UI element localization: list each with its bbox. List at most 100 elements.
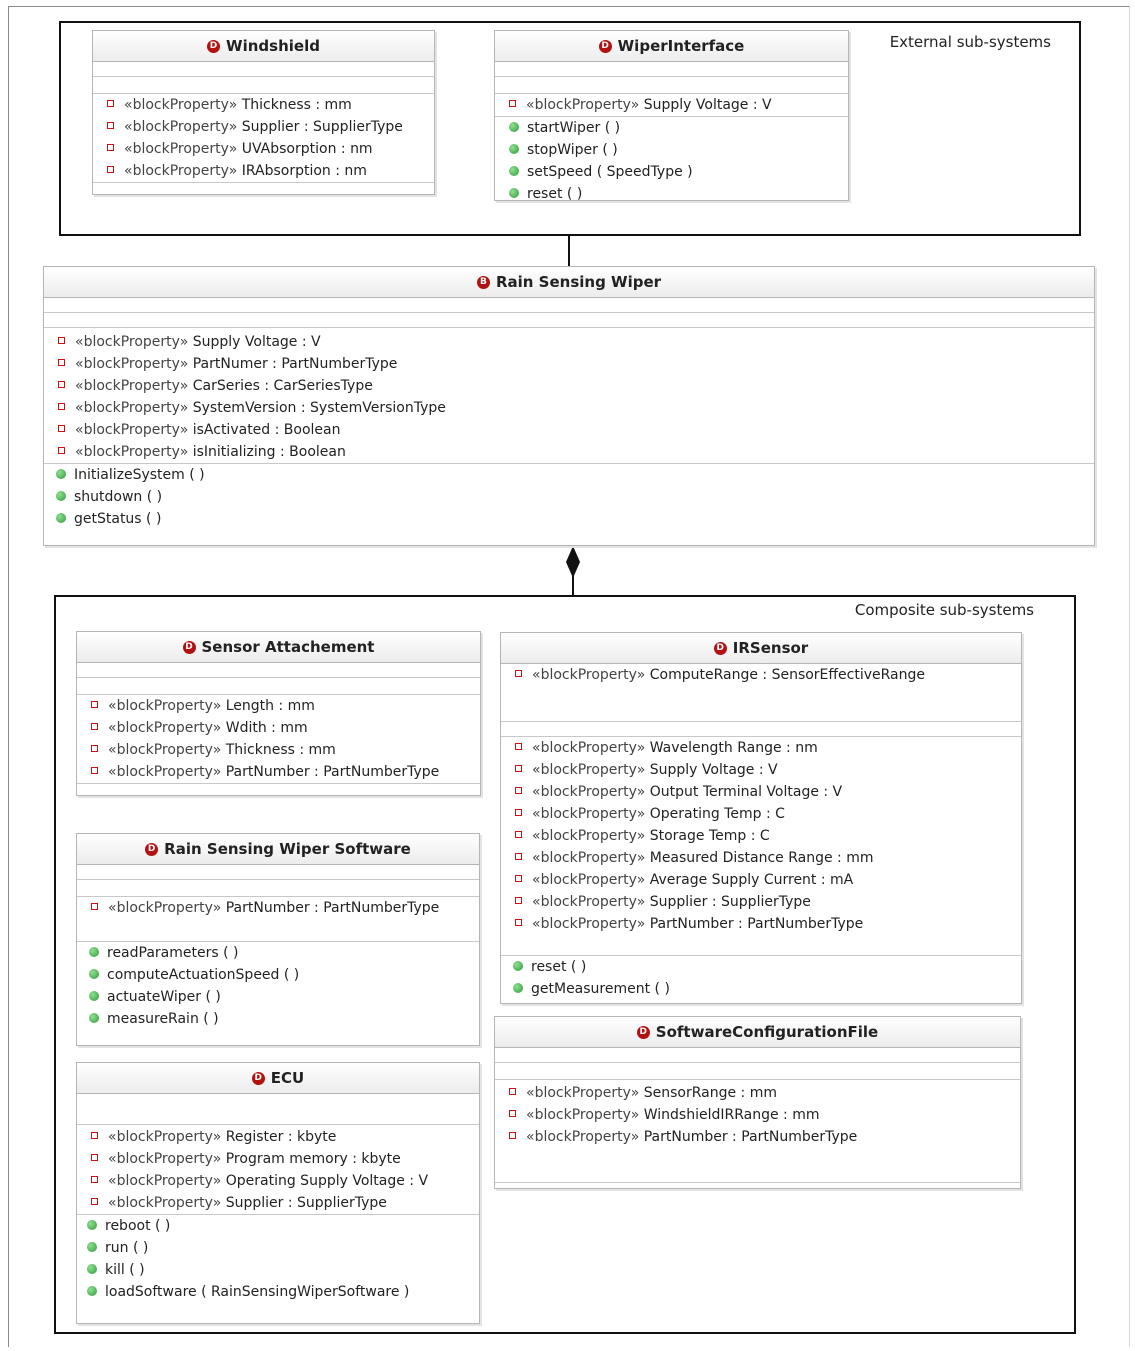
property-icon (91, 1197, 98, 1205)
property-icon (515, 874, 522, 882)
block-header: D Rain Sensing Wiper Software (77, 834, 479, 865)
block-section (495, 62, 848, 77)
operation-row: getMeasurement ( ) (501, 978, 1021, 1000)
property-icon (515, 808, 522, 816)
property-row: «blockProperty» Supplier : SupplierType (77, 1192, 479, 1214)
block-section (501, 722, 1021, 737)
property-list: «blockProperty» SensorRange : mm «blockP… (495, 1080, 1020, 1183)
property-icon (509, 99, 516, 107)
property-list: «blockProperty» PartNumber : PartNumberT… (77, 897, 479, 942)
block-section (495, 1063, 1020, 1080)
block-title: WiperInterface (617, 37, 745, 55)
property-icon (91, 1175, 98, 1183)
block-title: ECU (270, 1069, 305, 1087)
block-icon: D (713, 641, 727, 655)
property-row: «blockProperty» PartNumer : PartNumberTy… (44, 353, 1094, 375)
property-row: «blockProperty» Thickness : mm (77, 739, 480, 761)
property-row: «blockProperty» PartNumber : PartNumberT… (495, 1126, 1020, 1148)
ecu-block[interactable]: D ECU «blockProperty» Register : kbyte «… (76, 1062, 480, 1324)
property-icon (515, 896, 522, 904)
property-icon (515, 852, 522, 860)
block-title: Rain Sensing Wiper Software (164, 840, 411, 858)
operation-row: shutdown ( ) (44, 486, 1094, 508)
rain-sensing-wiper-software-block[interactable]: D Rain Sensing Wiper Software «blockProp… (76, 833, 480, 1046)
property-icon (107, 143, 114, 151)
operation-row: InitializeSystem ( ) (44, 464, 1094, 486)
property-icon (58, 358, 65, 366)
software-configuration-file-block[interactable]: D SoftwareConfigurationFile «blockProper… (494, 1016, 1021, 1189)
property-row: «blockProperty» Program memory : kbyte (77, 1148, 479, 1170)
property-icon (515, 764, 522, 772)
property-list-top: «blockProperty» ComputeRange : SensorEff… (501, 664, 1021, 722)
block-section (77, 865, 479, 880)
operation-row: kill ( ) (77, 1259, 479, 1281)
operation-icon (509, 188, 519, 198)
ir-sensor-block[interactable]: D IRSensor «blockProperty» ComputeRange … (500, 632, 1022, 1004)
property-row: «blockProperty» PartNumber : PartNumberT… (501, 913, 1021, 935)
operation-row: stopWiper ( ) (495, 139, 848, 161)
block-section (44, 298, 1094, 313)
block-section (77, 880, 479, 897)
property-icon (91, 766, 98, 774)
block-icon: B (476, 275, 490, 289)
property-row: «blockProperty» Wdith : mm (77, 717, 480, 739)
wiper-interface-block[interactable]: D WiperInterface «blockProperty» Supply … (494, 30, 849, 202)
property-icon (91, 744, 98, 752)
block-title: Rain Sensing Wiper (495, 273, 662, 291)
property-row: «blockProperty» Length : mm (77, 695, 480, 717)
operation-row: actuateWiper ( ) (77, 986, 479, 1008)
operation-icon (87, 1286, 97, 1296)
property-row: «blockProperty» Supply Voltage : V (501, 759, 1021, 781)
property-row: «blockProperty» Register : kbyte (77, 1126, 479, 1148)
property-icon (58, 424, 65, 432)
property-list: «blockProperty» Supply Voltage : V «bloc… (44, 328, 1094, 464)
property-row: «blockProperty» Output Terminal Voltage … (501, 781, 1021, 803)
block-header: D ECU (77, 1063, 479, 1094)
operation-row: readParameters ( ) (77, 942, 479, 964)
property-icon (91, 700, 98, 708)
operation-list: reboot ( ) run ( ) kill ( ) loadSoftware… (77, 1215, 479, 1303)
block-header: D Sensor Attachement (77, 632, 480, 663)
operation-icon (509, 122, 519, 132)
property-row: «blockProperty» WindshieldIRRange : mm (495, 1104, 1020, 1126)
property-row: «blockProperty» SystemVersion : SystemVe… (44, 397, 1094, 419)
operation-row: measureRain ( ) (77, 1008, 479, 1030)
property-row: «blockProperty» Storage Temp : C (501, 825, 1021, 847)
property-row: «blockProperty» Average Supply Current :… (501, 869, 1021, 891)
operation-list: InitializeSystem ( ) shutdown ( ) getSta… (44, 464, 1094, 530)
property-icon (91, 722, 98, 730)
property-row: «blockProperty» IRAbsorption : nm (93, 160, 434, 182)
property-icon (91, 1131, 98, 1139)
property-icon (91, 1153, 98, 1161)
operation-icon (509, 166, 519, 176)
package-label: External sub-systems (889, 33, 1051, 51)
block-header: B Rain Sensing Wiper (44, 267, 1094, 298)
property-icon (58, 402, 65, 410)
property-list: «blockProperty» Thickness : mm «blockPro… (93, 94, 434, 183)
property-row: «blockProperty» Supplier : SupplierType (93, 116, 434, 138)
rain-sensing-wiper-block[interactable]: B Rain Sensing Wiper «blockProperty» Sup… (43, 266, 1095, 546)
property-icon (107, 165, 114, 173)
property-row: «blockProperty» UVAbsorption : nm (93, 138, 434, 160)
operation-icon (56, 491, 66, 501)
property-icon (509, 1087, 516, 1095)
operation-list: readParameters ( ) computeActuationSpeed… (77, 942, 479, 1030)
block-header: D Windshield (93, 31, 434, 62)
operation-row: reset ( ) (495, 183, 848, 205)
block-title: Sensor Attachement (201, 638, 375, 656)
operation-icon (89, 991, 99, 1001)
property-icon (107, 99, 114, 107)
operation-row: run ( ) (77, 1237, 479, 1259)
property-icon (58, 380, 65, 388)
property-row: «blockProperty» CarSeries : CarSeriesTyp… (44, 375, 1094, 397)
package-label: Composite sub-systems (854, 601, 1034, 619)
operation-icon (87, 1220, 97, 1230)
property-icon (58, 336, 65, 344)
property-icon (515, 669, 522, 677)
sensor-attachement-block[interactable]: D Sensor Attachement «blockProperty» Len… (76, 631, 481, 796)
operation-list: reset ( ) getMeasurement ( ) (501, 956, 1021, 1000)
property-icon (515, 786, 522, 794)
block-section (495, 77, 848, 94)
windshield-block[interactable]: D Windshield «blockProperty» Thickness :… (92, 30, 435, 195)
operation-icon (56, 469, 66, 479)
